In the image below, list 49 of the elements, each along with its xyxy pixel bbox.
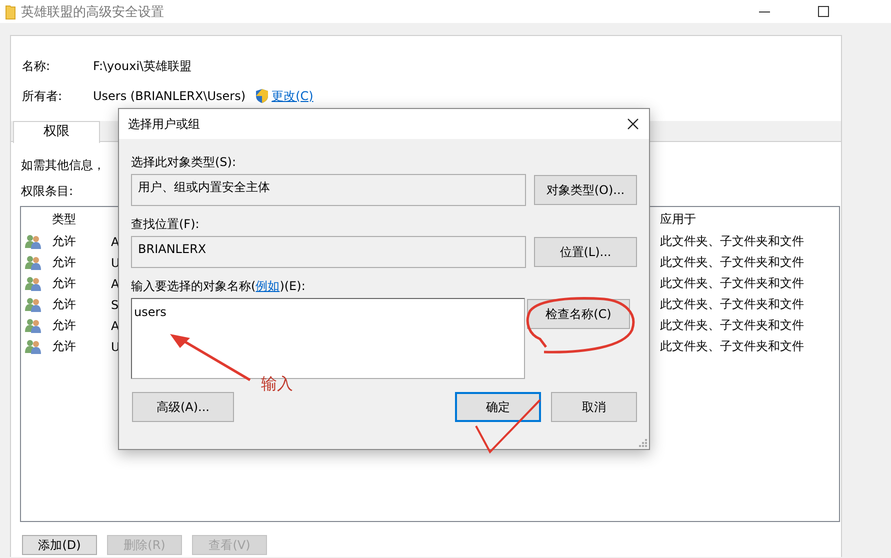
- dialog-button[interactable]: 确定: [455, 392, 541, 422]
- table-cell: 允许: [52, 275, 76, 292]
- readonly-field: BRIANLERX: [131, 236, 526, 268]
- people-icon: [25, 339, 41, 354]
- dialog-button[interactable]: 检查名称(C): [527, 299, 630, 329]
- table-cell: 此文件夹、子文件夹和文件: [660, 296, 804, 313]
- table-cell: 此文件夹、子文件夹和文件: [660, 317, 804, 334]
- field-label: 所有者:: [22, 88, 64, 104]
- table-cell: S: [111, 298, 119, 312]
- table-cell: 允许: [52, 338, 76, 355]
- dialog-title: 选择用户或组: [128, 116, 200, 132]
- table-cell: 允许: [52, 317, 76, 334]
- resize-grip-icon: [637, 437, 647, 447]
- table-cell: 此文件夹、子文件夹和文件: [660, 275, 804, 292]
- field-label: 选择此对象类型(S):: [131, 154, 238, 171]
- people-icon: [25, 234, 41, 249]
- dialog-button[interactable]: 取消: [551, 392, 637, 422]
- maximize-icon[interactable]: [818, 6, 829, 17]
- field-value: F:\youxi\英雄联盟: [93, 58, 192, 74]
- people-icon: [25, 276, 41, 291]
- add-button[interactable]: 添加(D): [22, 535, 97, 555]
- folder-icon: [5, 4, 16, 20]
- column-header: 类型: [52, 210, 76, 228]
- dialog-button[interactable]: 位置(L)...: [534, 237, 637, 267]
- table-cell: 此文件夹、子文件夹和文件: [660, 254, 804, 271]
- table-cell: 此文件夹、子文件夹和文件: [660, 233, 804, 250]
- dialog-button[interactable]: 高级(A)...: [132, 392, 234, 422]
- people-icon: [25, 297, 41, 312]
- window-title: 英雄联盟的高级安全设置: [21, 4, 164, 20]
- people-icon: [25, 255, 41, 270]
- shield-icon: [254, 88, 269, 104]
- column-header: 应用于: [660, 210, 696, 228]
- table-cell: 允许: [52, 296, 76, 313]
- field-label: 输入要选择的对象名称(例如)(E):: [131, 278, 306, 295]
- people-icon: [25, 318, 41, 333]
- tab[interactable]: 权限: [13, 121, 100, 143]
- field-label: 查找位置(F):: [131, 216, 200, 233]
- field-value: Users (BRIANLERX\Users): [93, 89, 246, 103]
- example-link[interactable]: 例如: [256, 279, 280, 293]
- table-cell: 允许: [52, 233, 76, 250]
- section-label: 权限条目:: [21, 183, 74, 200]
- dialog-button[interactable]: 对象类型(O)...: [534, 175, 637, 205]
- field-label: 名称:: [22, 58, 52, 74]
- table-cell: 此文件夹、子文件夹和文件: [660, 338, 804, 355]
- info-text: 如需其他信息，: [21, 157, 105, 174]
- close-icon[interactable]: [627, 118, 639, 130]
- change-link[interactable]: 更改(C): [272, 88, 314, 104]
- readonly-field: 用户、组或内置安全主体: [131, 174, 526, 206]
- table-cell: 允许: [52, 254, 76, 271]
